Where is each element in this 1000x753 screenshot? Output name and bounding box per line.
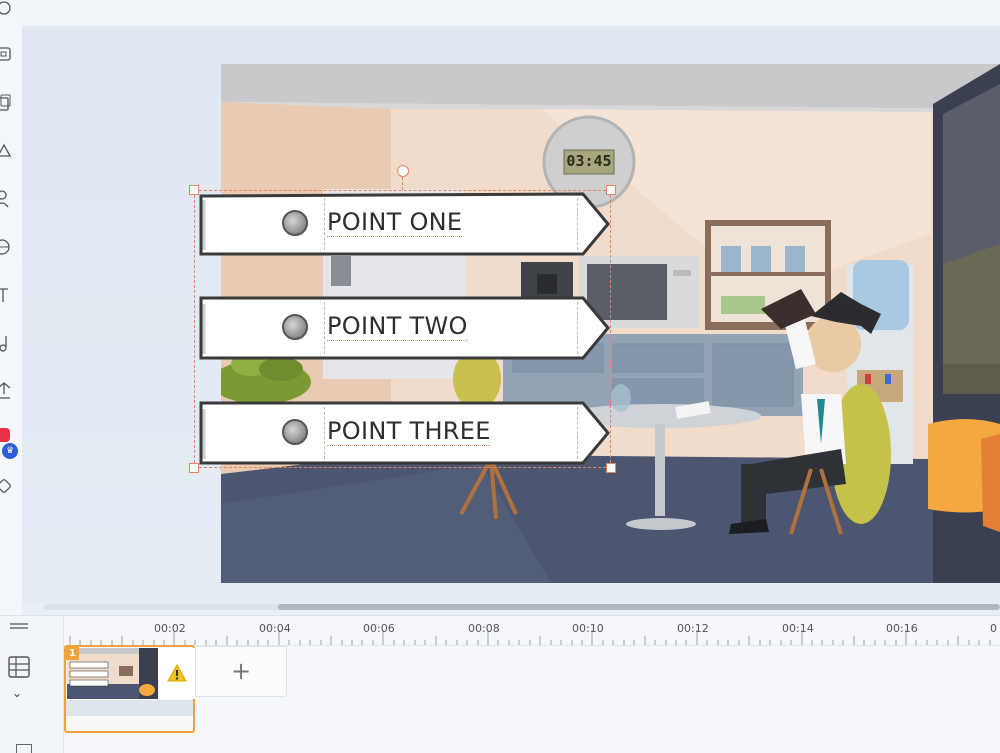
- bullet-icon: [282, 314, 308, 340]
- tick-label: 00:02: [154, 622, 186, 635]
- rotate-handle[interactable]: [397, 165, 409, 177]
- timeline-sidebar: ⌄: [0, 616, 64, 753]
- upload-icon[interactable]: [0, 382, 14, 400]
- banner-label[interactable]: POINT THREE: [327, 417, 491, 446]
- scene-thumbnail-image: [67, 648, 158, 699]
- warning-icon: [167, 664, 187, 682]
- copy-icon[interactable]: [0, 94, 14, 112]
- rotate-stem: [402, 177, 403, 190]
- premium-icon[interactable]: [0, 428, 10, 442]
- bullet-icon: [282, 419, 308, 445]
- bullet-icon: [282, 210, 308, 236]
- tick-label: 00:06: [363, 622, 395, 635]
- scene-number-badge: 1: [66, 647, 79, 660]
- banner-label[interactable]: POINT ONE: [327, 208, 463, 237]
- scene-grid-icon[interactable]: [8, 656, 30, 678]
- layout-icon[interactable]: [0, 46, 14, 64]
- left-toolbar: ♛: [0, 0, 22, 615]
- scene-thumbnail[interactable]: 1: [64, 645, 195, 733]
- globe-icon[interactable]: [0, 238, 14, 256]
- tick-label: 0: [990, 622, 997, 635]
- clock-time: 03:45: [566, 152, 612, 170]
- ruler-ticks: [69, 630, 991, 645]
- banner-point-three[interactable]: POINT THREE: [198, 401, 610, 465]
- top-bar: [0, 0, 1000, 27]
- character-icon[interactable]: [0, 190, 14, 208]
- crown-icon: ♛: [2, 443, 18, 459]
- tick-label: 00:12: [677, 622, 709, 635]
- collapse-icon[interactable]: [10, 622, 28, 630]
- scene-duration-bar[interactable]: [66, 700, 193, 716]
- tick-label: 00:14: [782, 622, 814, 635]
- banner-point-two[interactable]: POINT TWO: [198, 296, 610, 360]
- text-icon[interactable]: [0, 286, 14, 304]
- tick-label: 00:04: [259, 622, 291, 635]
- tick-label: 00:16: [886, 622, 918, 635]
- shapes-icon[interactable]: [0, 142, 14, 160]
- music-icon[interactable]: [0, 334, 14, 352]
- banner-label[interactable]: POINT TWO: [327, 312, 468, 341]
- tick-label: 00:10: [572, 622, 604, 635]
- banner-point-one[interactable]: POINT ONE: [198, 192, 610, 256]
- chevron-down-icon[interactable]: ⌄: [12, 686, 22, 700]
- magic-icon[interactable]: [0, 478, 14, 496]
- refresh-icon[interactable]: [0, 0, 14, 18]
- timeline-panel: ⌄ 00:02 00:04 00:06 00:08 00:10 00:12 00…: [0, 615, 1000, 753]
- canvas-scroll-thumb[interactable]: [278, 604, 1000, 610]
- scene-warning[interactable]: [159, 648, 195, 699]
- add-scene-button[interactable]: +: [195, 646, 287, 697]
- tick-label: 00:08: [468, 622, 500, 635]
- audio-track-icon[interactable]: [16, 744, 32, 753]
- timeline-ruler[interactable]: 00:02 00:04 00:06 00:08 00:10 00:12 00:1…: [64, 616, 1000, 646]
